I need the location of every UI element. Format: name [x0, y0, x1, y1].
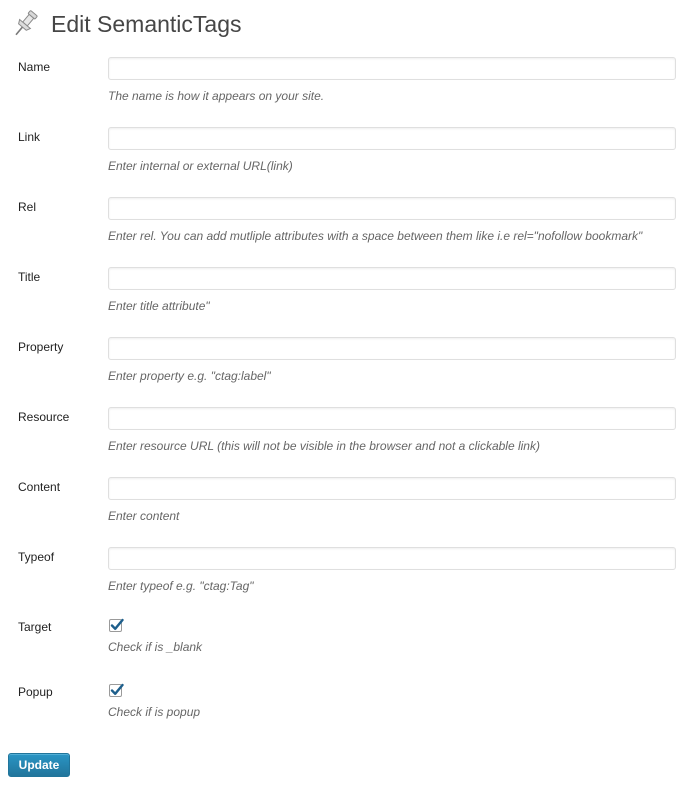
title-label: Title	[18, 270, 41, 284]
name-input[interactable]	[108, 57, 676, 80]
popup-label: Popup	[18, 685, 53, 699]
popup-description: Check if is popup	[108, 705, 201, 719]
rel-input[interactable]	[108, 197, 676, 220]
target-checkbox[interactable]	[109, 618, 124, 632]
link-description: Enter internal or external URL(link)	[108, 159, 293, 173]
page-title: Edit SemanticTags	[51, 10, 242, 37]
name-description: The name is how it appears on your site.	[108, 89, 325, 103]
property-label: Property	[18, 340, 64, 354]
page-header: Edit SemanticTags	[8, 6, 241, 42]
property-description: Enter property e.g. "ctag:label"	[108, 369, 271, 383]
popup-checkbox[interactable]	[109, 683, 124, 697]
link-input[interactable]	[108, 127, 676, 150]
target-label: Target	[18, 620, 52, 634]
typeof-description: Enter typeof e.g. "ctag:Tag"	[108, 579, 254, 593]
title-input[interactable]	[108, 267, 676, 290]
resource-description: Enter resource URL (this will not be vis…	[108, 439, 540, 453]
pushpin-icon	[8, 7, 42, 41]
content-description: Enter content	[108, 509, 180, 523]
typeof-label: Typeof	[18, 550, 55, 564]
update-button[interactable]: Update	[8, 753, 70, 777]
rel-label: Rel	[18, 200, 37, 214]
rel-description: Enter rel. You can add mutliple attribut…	[108, 229, 643, 243]
property-input[interactable]	[108, 337, 676, 360]
typeof-input[interactable]	[108, 547, 676, 570]
checkmark-icon	[110, 683, 124, 695]
content-input[interactable]	[108, 477, 676, 500]
edit-semantictags-page: Edit SemanticTags Name The name is how i…	[0, 0, 686, 786]
title-description: Enter title attribute"	[108, 299, 210, 313]
resource-input[interactable]	[108, 407, 676, 430]
link-label: Link	[18, 130, 41, 144]
resource-label: Resource	[18, 410, 70, 424]
checkmark-icon	[110, 618, 124, 630]
name-label: Name	[18, 60, 51, 74]
target-description: Check if is _blank	[108, 640, 203, 654]
content-label: Content	[18, 480, 61, 494]
